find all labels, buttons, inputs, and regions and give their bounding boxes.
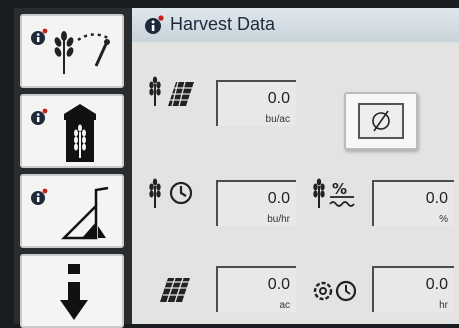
moisture-field: 0.0 % — [372, 180, 454, 226]
yield-unit: bu/ac — [265, 114, 290, 125]
harvest-rate-icon — [149, 178, 193, 208]
harvest-monitor-button[interactable] — [20, 14, 124, 88]
header-button[interactable] — [20, 174, 124, 248]
grain-tank-icon — [64, 104, 96, 162]
reset-icon — [372, 110, 390, 132]
grain-moisture-icon: % — [313, 178, 355, 208]
page-title: Harvest Data — [170, 14, 276, 34]
engine-hours-field: 0.0 hr — [372, 266, 454, 312]
reset-symbol-frame — [358, 103, 404, 139]
moisture-unit: % — [439, 214, 448, 225]
engine-hours-icon — [313, 280, 357, 302]
yield-value: 0.0 — [267, 90, 290, 107]
engine-hours-unit: hr — [439, 300, 448, 311]
harvest-rate-unit: bu/hr — [267, 214, 290, 225]
info-icon — [31, 108, 48, 125]
reset-button[interactable] — [344, 92, 418, 150]
area-icon — [160, 277, 190, 303]
info-icon[interactable] — [144, 15, 164, 35]
info-icon — [31, 188, 48, 205]
header-height-icon — [60, 186, 109, 240]
area-unit: ac — [279, 300, 290, 311]
engine-hours-value: 0.0 — [425, 276, 448, 293]
harvest-rate-value: 0.0 — [267, 190, 290, 207]
info-icon — [31, 28, 48, 45]
harvest-rate-field: 0.0 bu/hr — [216, 180, 296, 226]
area-field: 0.0 ac — [216, 266, 296, 312]
area-value: 0.0 — [267, 276, 290, 293]
yield-field: 0.0 bu/ac — [216, 80, 296, 126]
grain-sensor-icon — [54, 31, 110, 74]
page-down-button[interactable] — [20, 254, 124, 328]
moisture-value: 0.0 — [425, 190, 448, 207]
grain-tank-button[interactable] — [20, 94, 124, 168]
yield-per-area-icon — [149, 76, 194, 107]
harvest-data-panel: 0.0 bu/ac 0.0 bu/hr % 0.0 % 0.0 ac 0.0 h… — [132, 42, 459, 324]
sidebar — [14, 8, 132, 328]
arrow-down-icon — [60, 264, 88, 320]
title-bar: Harvest Data — [132, 8, 459, 43]
svg-text:%: % — [332, 180, 347, 198]
display-screen: Harvest Data 0.0 bu/ac 0.0 bu/hr % 0.0 %… — [14, 8, 459, 328]
